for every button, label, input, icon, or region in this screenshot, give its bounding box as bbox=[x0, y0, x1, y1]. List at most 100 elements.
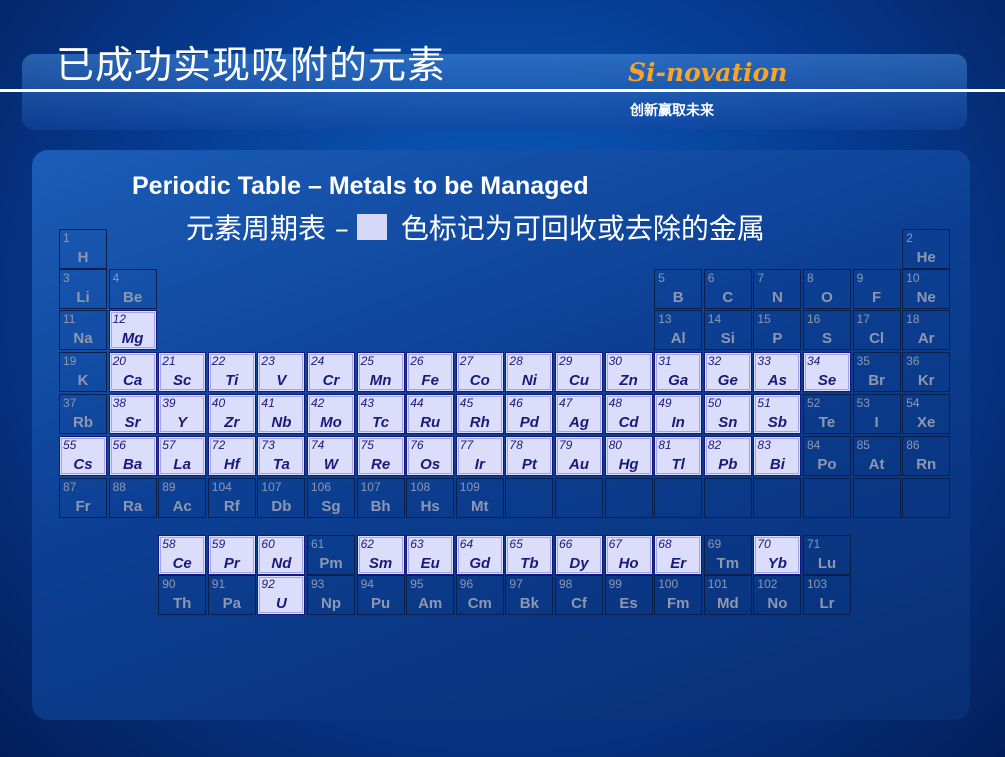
element-symbol: Ba bbox=[123, 456, 143, 473]
element-mo: 42 Mo bbox=[307, 394, 355, 434]
atomic-number: 64 bbox=[459, 537, 474, 551]
element-ir: 77 Ir bbox=[455, 436, 504, 476]
element-symbol: Ti bbox=[225, 372, 239, 389]
element-symbol: Ga bbox=[668, 372, 689, 389]
element-symbol: V bbox=[276, 372, 287, 389]
atomic-number: 60 bbox=[261, 537, 275, 551]
heading-chinese: 元素周期表 – 色标记为可回收或去除的金属 bbox=[186, 207, 765, 247]
element-u: 92 U bbox=[257, 575, 306, 615]
element-symbol: Rn bbox=[916, 456, 937, 473]
element-symbol: Bk bbox=[519, 595, 539, 612]
atomic-number: 17 bbox=[856, 312, 870, 326]
brand-slogan: 创新赢取未来 bbox=[630, 103, 714, 119]
element-symbol: Po bbox=[817, 456, 837, 473]
element-symbol: Y bbox=[177, 414, 188, 431]
atomic-number: 54 bbox=[906, 396, 920, 410]
element-symbol: B bbox=[672, 289, 684, 306]
element-ba: 56 Ba bbox=[108, 436, 157, 476]
element-symbol: Nd bbox=[271, 555, 292, 572]
atomic-number: 109 bbox=[459, 480, 480, 494]
element-cf: 98 Cf bbox=[555, 575, 603, 615]
element-te: 52 Te bbox=[803, 394, 851, 434]
element-symbol: Bi bbox=[769, 456, 785, 473]
brand-logo: Si-novation bbox=[628, 58, 788, 87]
element-sn: 50 Sn bbox=[703, 394, 752, 434]
element-symbol: H bbox=[77, 249, 89, 266]
element-al: 13 Al bbox=[654, 310, 703, 350]
atomic-number: 26 bbox=[410, 354, 424, 368]
empty-cell bbox=[703, 478, 752, 518]
element-dy: 66 Dy bbox=[555, 535, 603, 575]
element-in: 49 In bbox=[654, 394, 703, 434]
atomic-number: 76 bbox=[410, 438, 424, 452]
element-symbol: Hf bbox=[223, 456, 240, 473]
element-pd: 46 Pd bbox=[505, 394, 554, 434]
element-symbol: Cd bbox=[618, 414, 639, 431]
atomic-number: 14 bbox=[707, 312, 722, 326]
atomic-number: 19 bbox=[63, 354, 77, 368]
atomic-number: 107 bbox=[261, 480, 282, 494]
atomic-number: 98 bbox=[559, 577, 573, 591]
element-symbol: N bbox=[771, 289, 783, 306]
empty-cell bbox=[753, 478, 802, 518]
element-symbol: Pu bbox=[371, 595, 391, 612]
element-cm: 96 Cm bbox=[455, 575, 504, 615]
element-symbol: Md bbox=[716, 595, 739, 612]
element-rf: 104 Rf bbox=[207, 478, 256, 518]
atomic-number: 75 bbox=[360, 438, 374, 452]
element-tm: 69 Tm bbox=[703, 535, 752, 575]
element-symbol: Cm bbox=[467, 595, 492, 612]
element-eu: 63 Eu bbox=[406, 535, 455, 575]
atomic-number: 3 bbox=[63, 271, 70, 285]
atomic-number: 80 bbox=[608, 438, 622, 452]
element-symbol: Br bbox=[868, 372, 885, 389]
element-rn: 86 Rn bbox=[902, 436, 951, 476]
element-symbol: Rf bbox=[223, 498, 240, 515]
element-symbol: At bbox=[868, 456, 885, 473]
element-symbol: Os bbox=[420, 456, 441, 473]
atomic-number: 106 bbox=[311, 480, 332, 494]
slide-title: 已成功实现吸附的元素 bbox=[56, 43, 447, 87]
element-db: 107 Db bbox=[257, 478, 306, 518]
atomic-number: 29 bbox=[559, 354, 573, 368]
element-la: 57 La bbox=[158, 436, 207, 476]
element-symbol: Fr bbox=[75, 498, 91, 515]
atomic-number: 83 bbox=[757, 438, 771, 452]
element-symbol: Ce bbox=[172, 555, 192, 572]
atomic-number: 6 bbox=[707, 271, 715, 285]
element-symbol: Tc bbox=[372, 414, 390, 431]
element-symbol: I bbox=[874, 414, 879, 431]
element-ta: 73 Ta bbox=[257, 436, 306, 476]
element-symbol: Au bbox=[569, 456, 589, 473]
atomic-number: 73 bbox=[261, 438, 275, 452]
element-symbol: Se bbox=[817, 372, 837, 389]
element-symbol: Db bbox=[271, 498, 292, 515]
atomic-number: 55 bbox=[63, 438, 77, 452]
element-rb: 37 Rb bbox=[59, 394, 107, 434]
element-sr: 38 Sr bbox=[108, 394, 157, 434]
atomic-number: 4 bbox=[112, 271, 120, 285]
atomic-number: 51 bbox=[757, 396, 771, 410]
heading-chinese-left: 元素周期表 – bbox=[186, 212, 349, 245]
element-symbol: F bbox=[872, 289, 882, 306]
atomic-number: 13 bbox=[658, 312, 672, 326]
element-symbol: Na bbox=[73, 330, 93, 347]
empty-cell bbox=[505, 478, 554, 518]
element-ac: 89 Ac bbox=[158, 478, 207, 518]
element-symbol: Ni bbox=[521, 372, 537, 389]
element-pr: 59 Pr bbox=[207, 535, 256, 575]
atomic-number: 57 bbox=[162, 438, 176, 452]
atomic-number: 38 bbox=[112, 396, 126, 410]
atomic-number: 15 bbox=[757, 312, 771, 326]
atomic-number: 56 bbox=[112, 438, 126, 452]
element-ca: 20 Ca bbox=[108, 352, 157, 392]
atomic-number: 2 bbox=[906, 231, 913, 245]
atomic-number: 74 bbox=[311, 438, 325, 452]
atomic-number: 58 bbox=[162, 537, 176, 551]
atomic-number: 8 bbox=[807, 271, 814, 285]
element-symbol: Pr bbox=[223, 555, 240, 572]
element-cu: 29 Cu bbox=[555, 352, 603, 392]
atomic-number: 92 bbox=[261, 577, 275, 591]
atomic-number: 85 bbox=[856, 438, 870, 452]
element-symbol: Be bbox=[123, 289, 143, 306]
